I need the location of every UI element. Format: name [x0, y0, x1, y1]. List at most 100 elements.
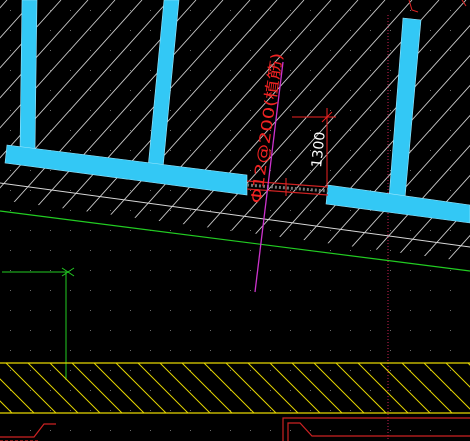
grid-dot: [330, 10, 331, 11]
grid-dot: [410, 10, 411, 11]
grid-dot: [350, 70, 351, 71]
grid-dot: [450, 430, 451, 431]
grid-dot: [70, 70, 71, 71]
grid-dot: [390, 270, 391, 271]
grid-dot: [410, 330, 411, 331]
grid-dot: [190, 210, 191, 211]
grid-dot: [410, 190, 411, 191]
grid-dot: [70, 90, 71, 91]
grid-dot: [110, 390, 111, 391]
grid-dot: [370, 30, 371, 31]
grid-dot: [10, 170, 11, 171]
grid-dot: [50, 210, 51, 211]
grid-dot: [370, 410, 371, 411]
grid-dot: [130, 270, 131, 271]
grid-dot: [70, 190, 71, 191]
grid-dot: [430, 350, 431, 351]
grid-dot: [350, 410, 351, 411]
grid-dot: [310, 210, 311, 211]
grid-dot: [70, 410, 71, 411]
grid-dot: [410, 410, 411, 411]
grid-dot: [430, 50, 431, 51]
grid-dot: [350, 370, 351, 371]
grid-dot: [290, 410, 291, 411]
grid-dot: [290, 270, 291, 271]
grid-dot: [110, 130, 111, 131]
grid-dot: [170, 150, 171, 151]
grid-dot: [450, 50, 451, 51]
grid-dot: [210, 430, 211, 431]
grid-dot: [30, 350, 31, 351]
grid-dot: [30, 190, 31, 191]
grid-dot: [190, 230, 191, 231]
grid-dot: [90, 130, 91, 131]
grid-dot: [150, 330, 151, 331]
grid-dot: [370, 430, 371, 431]
grid-dot: [210, 410, 211, 411]
grid-dot: [210, 290, 211, 291]
grid-dot: [10, 30, 11, 31]
grid-dot: [310, 70, 311, 71]
grid-dot: [90, 210, 91, 211]
grid-dot: [90, 70, 91, 71]
grid-dot: [250, 370, 251, 371]
grid-dot: [450, 130, 451, 131]
grid-dot: [130, 350, 131, 351]
grid-dot: [150, 290, 151, 291]
grid-dot: [130, 90, 131, 91]
grid-dot: [350, 30, 351, 31]
grid-dot: [390, 50, 391, 51]
grid-dot: [150, 270, 151, 271]
grid-dot: [230, 130, 231, 131]
grid-dot: [350, 130, 351, 131]
grid-dot: [170, 250, 171, 251]
grid-dot: [330, 330, 331, 331]
cad-drawing-canvas[interactable]: Φ12@200(植筋) 1300: [0, 0, 470, 441]
wall-left-vertical[interactable]: [19, 0, 38, 151]
grid-dot: [130, 190, 131, 191]
grid-dot: [10, 230, 11, 231]
grid-dot: [110, 70, 111, 71]
grid-dot: [230, 370, 231, 371]
grid-dot: [310, 270, 311, 271]
grid-dot: [330, 350, 331, 351]
grid-dot: [290, 330, 291, 331]
grid-dot: [70, 150, 71, 151]
grid-dot: [130, 50, 131, 51]
grid-dot: [230, 70, 231, 71]
grid-dot: [250, 330, 251, 331]
grid-dot: [370, 270, 371, 271]
grid-dot: [230, 250, 231, 251]
grid-dot: [330, 230, 331, 231]
grid-dot: [210, 130, 211, 131]
grid-dot: [290, 390, 291, 391]
grid-dot: [330, 70, 331, 71]
grid-dot: [370, 250, 371, 251]
grid-dot: [290, 130, 291, 131]
grid-dot: [190, 30, 191, 31]
grid-dot: [250, 250, 251, 251]
grid-dot: [30, 430, 31, 431]
grid-dot: [250, 230, 251, 231]
grid-dot: [50, 410, 51, 411]
grid-dot: [190, 350, 191, 351]
grid-dot: [10, 190, 11, 191]
grid-dot: [70, 210, 71, 211]
grid-dot: [170, 290, 171, 291]
grid-dot: [90, 370, 91, 371]
grid-dot: [350, 250, 351, 251]
grid-dot: [250, 110, 251, 111]
grid-dot: [210, 90, 211, 91]
grid-dot: [30, 330, 31, 331]
grid-dot: [230, 270, 231, 271]
grid-dot: [290, 70, 291, 71]
grid-dot: [250, 390, 251, 391]
grid-dot: [190, 390, 191, 391]
grid-dot: [250, 310, 251, 311]
grid-dot: [350, 310, 351, 311]
grid-dot: [390, 30, 391, 31]
grid-dot: [170, 110, 171, 111]
grid-dot: [190, 310, 191, 311]
grid-dot: [110, 370, 111, 371]
grid-dot: [450, 370, 451, 371]
